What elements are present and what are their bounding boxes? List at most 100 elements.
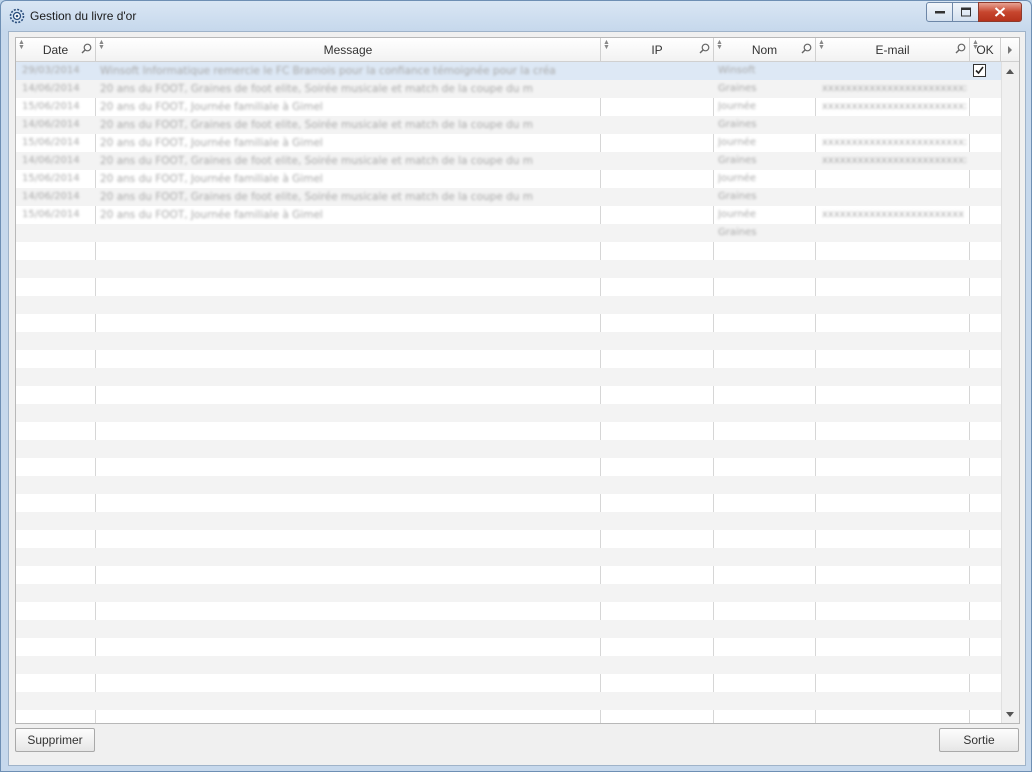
cell-message: 20 ans du FOOT, Journée familiale à Gime…	[100, 209, 323, 221]
cell-nom: Graines	[718, 191, 757, 202]
cell-nom: Journée	[718, 173, 756, 184]
column-header-message[interactable]: ▲ ▼ Message	[96, 38, 601, 61]
cell-nom: Journée	[718, 101, 756, 112]
column-label: Nom	[751, 43, 778, 57]
cell-date: 14/06/2014	[22, 119, 80, 130]
table-row[interactable]	[16, 314, 1001, 332]
maximize-icon	[960, 7, 971, 17]
table-row[interactable]	[16, 278, 1001, 296]
cell-email: xxxxxxxxxxxxxxxxxxxxxxxxx	[822, 137, 966, 148]
table-row[interactable]	[16, 602, 1001, 620]
column-header-ok[interactable]: ▲ ▼ OK	[970, 38, 1001, 61]
cell-message: 20 ans du FOOT, Graines de foot elite, S…	[100, 119, 534, 131]
cell-ip	[605, 98, 710, 116]
cell-message: 20 ans du FOOT, Graines de foot elite, S…	[100, 83, 534, 95]
table-row[interactable]	[16, 584, 1001, 602]
cell-message: Winsoft Informatique remercie le FC Bram…	[100, 65, 556, 77]
chevron-right-icon	[1008, 46, 1012, 54]
cell-message: 20 ans du FOOT, Journée familiale à Gime…	[100, 101, 323, 113]
cell-email: xxxxxxxxxxxxxxxxxxxxxxxx	[822, 209, 965, 220]
scroll-up-icon[interactable]	[1006, 69, 1014, 74]
cell-ip	[605, 170, 710, 188]
table-row[interactable]: 15/06/2014 20 ans du FOOT, Journée famili…	[16, 170, 1001, 188]
scroll-right-button[interactable]	[1002, 38, 1018, 61]
table-row[interactable]	[16, 710, 1001, 723]
exit-button[interactable]: Sortie	[939, 728, 1019, 752]
table-row[interactable]: 14/06/2014 20 ans du FOOT, Graines de foo…	[16, 116, 1001, 134]
cell-date: 15/06/2014	[22, 209, 80, 220]
close-button[interactable]	[978, 2, 1022, 22]
cell-email	[822, 116, 966, 134]
table-row[interactable]	[16, 512, 1001, 530]
table-row[interactable]	[16, 674, 1001, 692]
cell-date: 14/06/2014	[22, 191, 80, 202]
cell-ip	[605, 224, 710, 242]
column-header-ip[interactable]: ▲ ▼ IP	[601, 38, 714, 61]
column-label: Message	[323, 43, 373, 57]
main-window: Gestion du livre d'or ▲ ▼ Date ▲ ▼ Message ▲ ▼ I…	[0, 0, 1032, 772]
table-row[interactable]	[16, 332, 1001, 350]
table-row[interactable]	[16, 620, 1001, 638]
table-row[interactable]: 15/06/2014 20 ans du FOOT, Journée famili…	[16, 134, 1001, 152]
table-row[interactable]	[16, 260, 1001, 278]
search-icon[interactable]	[81, 43, 92, 54]
column-header-date[interactable]: ▲ ▼ Date	[16, 38, 96, 61]
column-label: OK	[976, 43, 994, 57]
minimize-icon	[935, 11, 945, 14]
table-row[interactable]	[16, 494, 1001, 512]
table-row[interactable]: 29/03/2014 Winsoft Informatique remercie …	[16, 62, 1001, 80]
cell-date: 15/06/2014	[22, 137, 80, 148]
cell-nom: Journée	[718, 137, 756, 148]
cell-email: xxxxxxxxxxxxxxxxxxxxxxxxxxxx	[822, 83, 966, 94]
cell-message	[100, 224, 598, 242]
window-title: Gestion du livre d'or	[30, 9, 137, 23]
delete-button[interactable]: Supprimer	[15, 728, 95, 752]
cell-date: 15/06/2014	[22, 173, 80, 184]
table-row[interactable]	[16, 638, 1001, 656]
cell-email: xxxxxxxxxxxxxxxxxxxxxxxxxxx	[822, 155, 966, 166]
table-row[interactable]	[16, 386, 1001, 404]
cell-email	[822, 188, 966, 206]
cell-email	[822, 62, 966, 80]
close-icon	[994, 7, 1006, 17]
table-row[interactable]	[16, 656, 1001, 674]
table-row[interactable]	[16, 368, 1001, 386]
table-row[interactable]: 15/06/2014 20 ans du FOOT, Journée famili…	[16, 98, 1001, 116]
ok-checkbox[interactable]	[973, 64, 986, 77]
column-header-nom[interactable]: ▲ ▼ Nom	[714, 38, 816, 61]
column-header-email[interactable]: ▲ ▼ E-mail	[816, 38, 970, 61]
table-row[interactable]	[16, 530, 1001, 548]
table-row[interactable]	[16, 440, 1001, 458]
guestbook-grid[interactable]: ▲ ▼ Date ▲ ▼ Message ▲ ▼ IP ▲ ▼ Nom ▲ ▼ E-mail ▲ ▼ OK 29/…	[15, 37, 1020, 724]
table-row[interactable]	[16, 458, 1001, 476]
minimize-button[interactable]	[926, 2, 954, 22]
maximize-button[interactable]	[952, 2, 979, 22]
scroll-down-icon[interactable]	[1006, 712, 1014, 717]
cell-date: 14/06/2014	[22, 155, 80, 166]
cell-date	[22, 224, 94, 242]
table-row[interactable]	[16, 296, 1001, 314]
table-row[interactable]	[16, 548, 1001, 566]
table-row[interactable]	[16, 350, 1001, 368]
table-row[interactable]	[16, 692, 1001, 710]
search-icon[interactable]	[699, 43, 710, 54]
cell-email	[822, 224, 966, 242]
search-icon[interactable]	[955, 43, 966, 54]
table-row[interactable]: 14/06/2014 20 ans du FOOT, Graines de foo…	[16, 152, 1001, 170]
vertical-scrollbar[interactable]	[1001, 62, 1019, 723]
column-label: E-mail	[875, 43, 910, 57]
table-row[interactable]	[16, 566, 1001, 584]
title-bar[interactable]: Gestion du livre d'or	[1, 1, 1031, 31]
search-icon[interactable]	[801, 43, 812, 54]
table-row[interactable]	[16, 476, 1001, 494]
table-row[interactable]: 14/06/2014 20 ans du FOOT, Graines de foo…	[16, 80, 1001, 98]
table-row[interactable]: Graines	[16, 224, 1001, 242]
table-row[interactable]	[16, 404, 1001, 422]
cell-message: 20 ans du FOOT, Journée familiale à Gime…	[100, 173, 323, 185]
table-row[interactable]: 15/06/2014 20 ans du FOOT, Journée famili…	[16, 206, 1001, 224]
cell-nom: Graines	[718, 227, 757, 238]
table-row[interactable]	[16, 242, 1001, 260]
cell-email	[822, 170, 966, 188]
table-row[interactable]: 14/06/2014 20 ans du FOOT, Graines de foo…	[16, 188, 1001, 206]
table-row[interactable]	[16, 422, 1001, 440]
